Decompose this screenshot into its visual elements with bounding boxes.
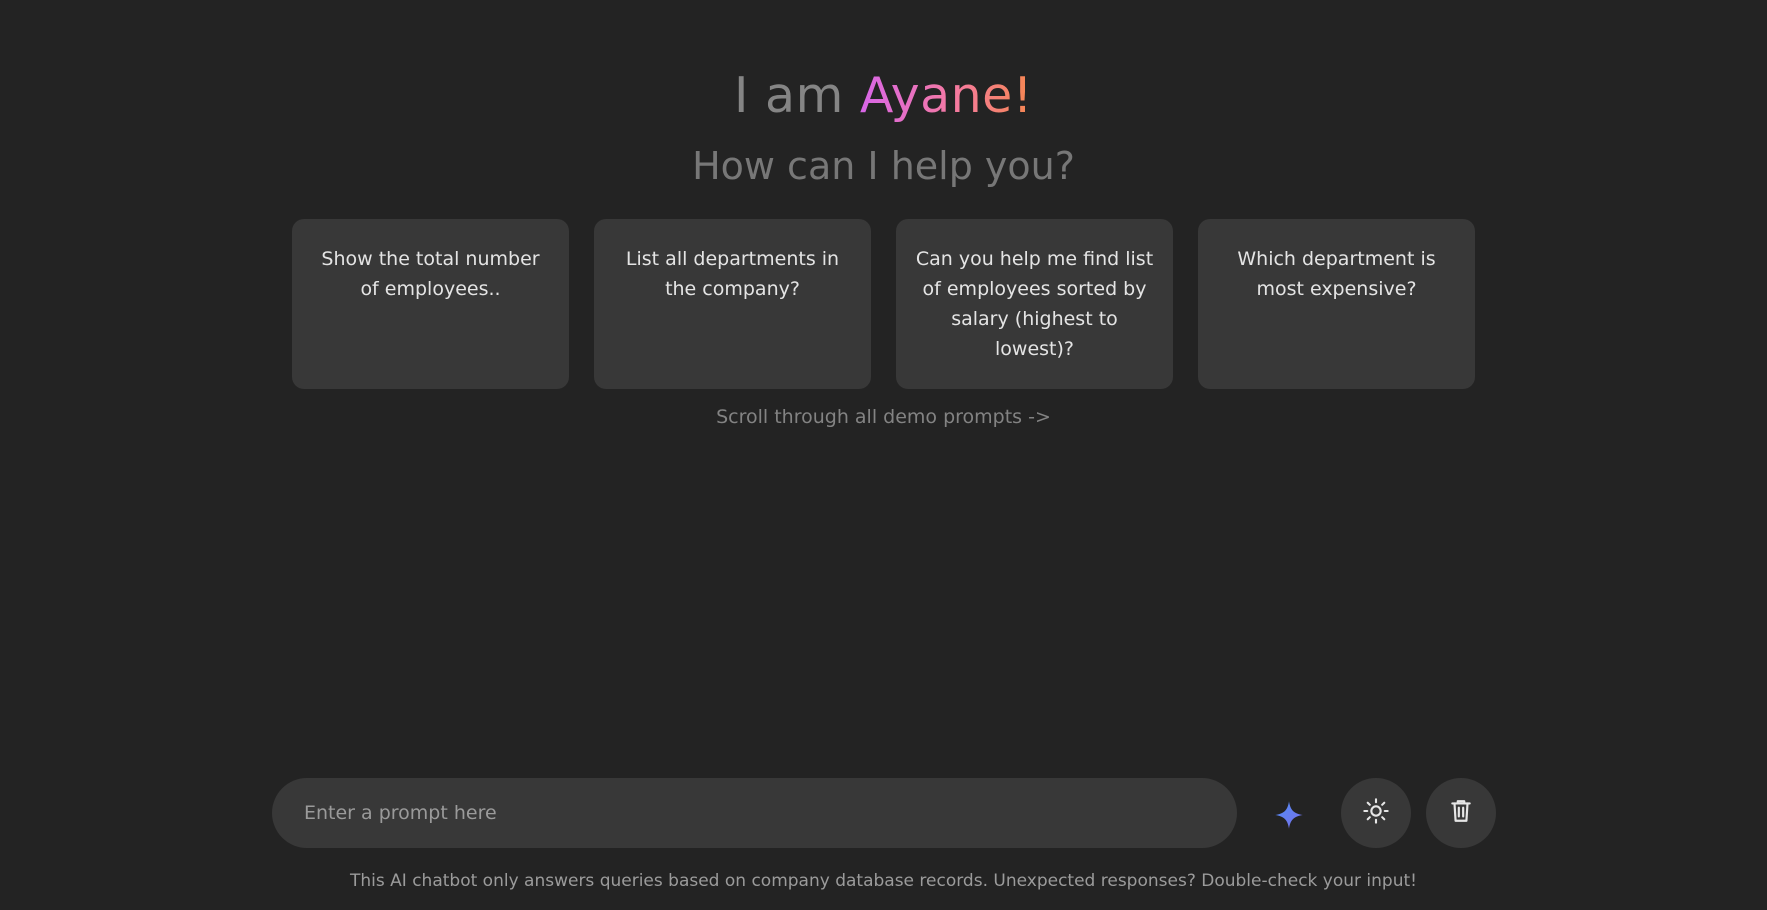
trash-icon <box>1448 798 1474 828</box>
greeting-subtitle: How can I help you? <box>692 144 1075 188</box>
greeting-title: I am Ayane! <box>0 62 1767 130</box>
greeting-prefix: I am <box>734 67 860 124</box>
disclaimer-text: This AI chatbot only answers queries bas… <box>350 871 1417 891</box>
suggestion-cards: Show the total number of employees.. Lis… <box>292 219 1475 389</box>
assistant-name: Ayane! <box>859 67 1033 124</box>
sun-icon <box>1362 797 1390 829</box>
suggestion-card[interactable]: Can you help me find list of employees s… <box>896 219 1173 389</box>
send-button[interactable] <box>1261 789 1317 845</box>
suggestion-card[interactable]: Which department is most expensive? <box>1198 219 1475 389</box>
prompt-input[interactable] <box>302 801 1207 825</box>
delete-chat-button[interactable] <box>1426 778 1496 848</box>
prompt-input-container <box>272 778 1237 848</box>
theme-toggle-button[interactable] <box>1341 778 1411 848</box>
suggestion-card[interactable]: List all departments in the company? <box>594 219 871 389</box>
sparkle-icon <box>1274 800 1304 834</box>
suggestion-card[interactable]: Show the total number of employees.. <box>292 219 569 389</box>
chat-page: I am Ayane! How can I help you? Show the… <box>0 0 1767 910</box>
scroll-demo-prompts-link[interactable]: Scroll through all demo prompts -> <box>0 402 1767 432</box>
